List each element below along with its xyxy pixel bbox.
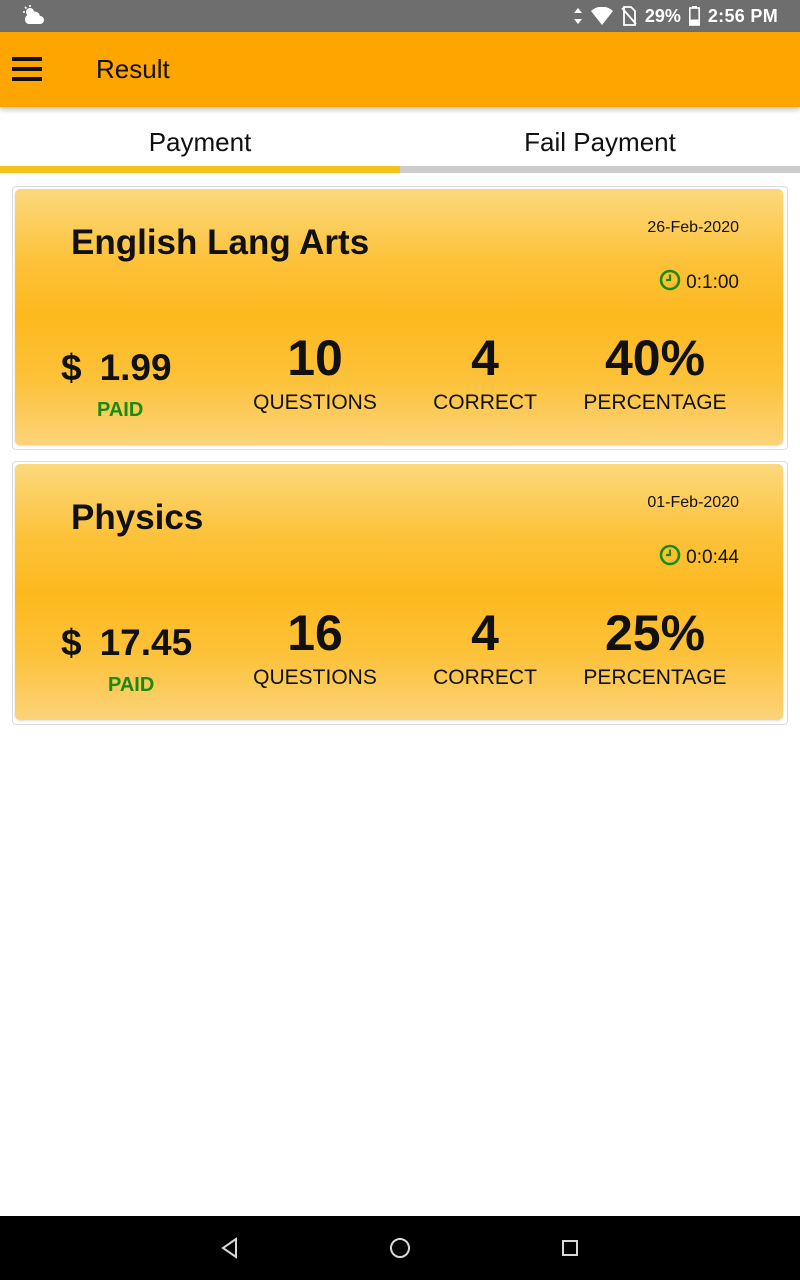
home-icon[interactable] xyxy=(386,1234,414,1262)
result-card: English Lang Arts 26-Feb-2020 0:1:00 $1.… xyxy=(12,186,788,450)
system-nav-bar xyxy=(0,1216,800,1280)
duration: 0:0:44 xyxy=(659,544,739,572)
result-card: Physics 01-Feb-2020 0:0:44 $17.45 PAID 1… xyxy=(12,461,788,725)
result-date: 01-Feb-2020 xyxy=(647,494,739,511)
questions-value: 16 xyxy=(287,605,343,661)
status-icons: 29% 2:56 PM xyxy=(573,0,778,32)
no-sim-icon xyxy=(621,6,637,26)
duration: 0:1:00 xyxy=(659,269,739,297)
price-value: 1.99 xyxy=(99,347,172,388)
tab-indicator-selected xyxy=(0,166,400,173)
status-bar: 29% 2:56 PM xyxy=(0,0,800,32)
duration-value: 0:1:00 xyxy=(686,272,739,293)
correct-label: CORRECT xyxy=(433,391,537,414)
back-icon[interactable] xyxy=(216,1234,244,1262)
correct-value: 4 xyxy=(471,330,499,386)
price-value: 17.45 xyxy=(99,622,193,663)
clock-time: 2:56 PM xyxy=(707,5,778,26)
recent-apps-icon[interactable] xyxy=(556,1234,584,1262)
tab-fail-payment[interactable]: Fail Payment xyxy=(400,107,800,173)
currency-symbol: $ xyxy=(61,622,82,663)
clock-icon xyxy=(659,544,681,572)
questions-stat: 16 QUESTIONS xyxy=(225,604,405,690)
subject-title: English Lang Arts xyxy=(71,223,370,262)
percentage-value: 25% xyxy=(604,605,706,661)
battery-icon xyxy=(688,6,700,26)
questions-value: 10 xyxy=(287,330,343,386)
wifi-icon xyxy=(590,7,613,25)
percentage-label: PERCENTAGE xyxy=(583,666,727,689)
result-date: 26-Feb-2020 xyxy=(647,219,739,236)
tab-payment[interactable]: Payment xyxy=(0,107,400,173)
tab-bar: Payment Fail Payment xyxy=(0,107,800,173)
subject-title: Physics xyxy=(71,498,204,537)
percentage-stat: 25% PERCENTAGE xyxy=(565,604,745,690)
hamburger-menu-icon[interactable] xyxy=(12,56,42,82)
tab-label: Fail Payment xyxy=(524,127,676,157)
correct-value: 4 xyxy=(471,605,499,661)
battery-percentage: 29% xyxy=(644,5,681,26)
duration-value: 0:0:44 xyxy=(686,547,739,568)
app-bar: Result xyxy=(0,32,800,107)
clock-icon xyxy=(659,269,681,297)
correct-stat: 4 CORRECT xyxy=(395,329,575,415)
result-card-body[interactable]: Physics 01-Feb-2020 0:0:44 $17.45 PAID 1… xyxy=(15,464,783,720)
questions-stat: 10 QUESTIONS xyxy=(225,329,405,415)
questions-label: QUESTIONS xyxy=(253,391,377,414)
correct-label: CORRECT xyxy=(433,666,537,689)
weather-icon xyxy=(22,5,48,27)
percentage-label: PERCENTAGE xyxy=(583,391,727,414)
currency-symbol: $ xyxy=(61,347,82,388)
result-card-body[interactable]: English Lang Arts 26-Feb-2020 0:1:00 $1.… xyxy=(15,189,783,445)
payment-status: PAID xyxy=(108,674,155,696)
percentage-value: 40% xyxy=(604,330,706,386)
percentage-stat: 40% PERCENTAGE xyxy=(565,329,745,415)
tab-label: Payment xyxy=(148,127,252,157)
page-title: Result xyxy=(96,54,170,84)
tab-indicator xyxy=(400,166,800,173)
correct-stat: 4 CORRECT xyxy=(395,604,575,690)
data-arrows-icon xyxy=(573,8,583,24)
questions-label: QUESTIONS xyxy=(253,666,377,689)
price: $1.99 xyxy=(61,347,172,389)
payment-status: PAID xyxy=(97,399,144,421)
price: $17.45 xyxy=(61,622,192,664)
